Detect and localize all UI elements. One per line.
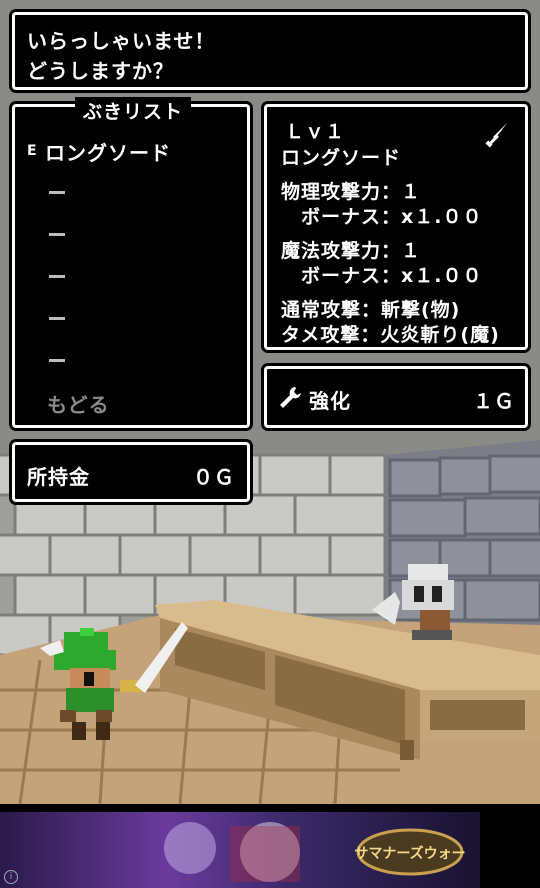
charge-attack: タメ攻撃：火炎斬り(魔) <box>281 324 500 346</box>
sword-icon <box>485 123 507 148</box>
ad-banner[interactable]: サマナーズウォー <box>0 812 480 888</box>
upgrade-cost: １Ｇ <box>473 389 515 413</box>
weapon-name: ロングソード <box>281 147 402 169</box>
empty-slot-4[interactable] <box>49 317 65 320</box>
upgrade-label: 強化 <box>309 389 351 413</box>
magic-bonus: ボーナス：x１.００ <box>301 265 483 287</box>
money-label: 所持金 <box>27 465 90 489</box>
equipped-mark: E <box>27 143 38 159</box>
weapon-item-longsword[interactable]: ロングソード <box>45 137 171 166</box>
weapon-level: Ｌｖ１ <box>285 121 346 143</box>
weapon-list-title: ぶきリスト <box>75 97 192 124</box>
dialog-window: いらっしゃいませ！ どうしますか？ <box>12 12 528 90</box>
empty-slot-3[interactable] <box>49 275 65 278</box>
empty-slot-1[interactable] <box>49 191 65 194</box>
empty-slot-2[interactable] <box>49 233 65 236</box>
wrench-icon <box>280 387 301 408</box>
ad-logo-text: サマナーズウォー <box>354 845 465 862</box>
back-button[interactable]: もどる <box>47 389 110 418</box>
ad-info-icon[interactable]: i <box>4 870 18 884</box>
upgrade-button[interactable]: 強化 １Ｇ <box>264 366 528 428</box>
money-panel: 所持金 ０Ｇ <box>12 442 250 502</box>
phys-attack: 物理攻撃力：１ <box>281 181 422 203</box>
weapon-detail-panel: Ｌｖ１ ロングソード 物理攻撃力：１ ボーナス：x１.００ 魔法攻撃力：１ ボー… <box>264 104 528 350</box>
dialog-line-1: いらっしゃいませ！ <box>27 29 216 53</box>
phys-bonus: ボーナス：x１.００ <box>301 206 483 228</box>
magic-attack: 魔法攻撃力：１ <box>281 240 422 262</box>
normal-attack: 通常攻撃：斬撃(物) <box>281 299 461 321</box>
empty-slot-5[interactable] <box>49 359 65 362</box>
dialog-line-2: どうしますか？ <box>27 59 174 83</box>
weapon-list-panel: ぶきリスト E ロングソード もどる <box>12 97 250 428</box>
money-value: ０Ｇ <box>193 465 235 489</box>
